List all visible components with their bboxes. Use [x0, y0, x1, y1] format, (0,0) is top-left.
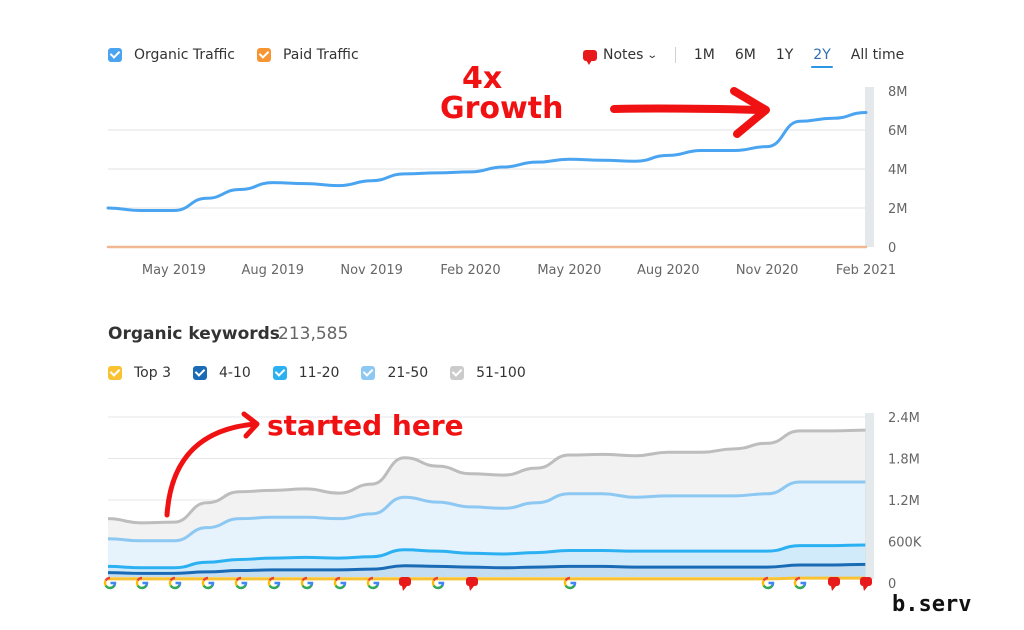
note-marker-icon [860, 577, 872, 591]
note-marker-icon [399, 577, 411, 591]
y-tick-label: 2M [888, 202, 908, 217]
note-bubble [828, 577, 840, 586]
google-arc-blue-bar [110, 581, 117, 587]
google-arc-yellow [431, 579, 435, 587]
x-tick-label: May 2020 [537, 263, 601, 278]
google-arc-blue-bar [438, 581, 445, 587]
growth-arrow-shaft [610, 104, 764, 114]
note-tail [469, 586, 474, 591]
y-tick-label: 1.8M [888, 453, 920, 468]
y-tick-label: 1.2M [888, 494, 920, 509]
google-arc-green [202, 584, 214, 590]
y-tick-label: 0 [888, 241, 896, 256]
note-tail [831, 586, 836, 591]
x-tick-label: Aug 2020 [637, 263, 700, 278]
google-arc-blue-bar [142, 581, 149, 587]
google-arc-blue-bar [241, 581, 248, 587]
x-tick-label: Feb 2021 [836, 263, 896, 278]
google-arc-green [169, 584, 181, 590]
google-arc-green [104, 584, 116, 590]
google-arc-green [136, 584, 148, 590]
note-bubble [466, 577, 478, 586]
series-line-organic-traffic [106, 110, 868, 213]
y-tick-label: 4M [888, 163, 908, 178]
google-arc-yellow [201, 579, 205, 587]
google-arc-blue-bar [175, 581, 182, 587]
x-tick-label: Nov 2020 [736, 263, 799, 278]
started-annotation: started here [267, 409, 464, 442]
google-arc-yellow [234, 579, 238, 587]
google-arc-blue-bar [307, 581, 314, 587]
google-arc-blue-bar [570, 581, 577, 587]
google-arc-blue-bar [340, 581, 347, 587]
google-arc-blue-bar [800, 581, 807, 587]
keywords-chart: 0 600K 1.2M 1.8M 2.4M [103, 411, 922, 592]
chart-scroll-band [865, 413, 874, 579]
google-arc-yellow [563, 579, 567, 587]
x-tick-label: Aug 2019 [241, 263, 304, 278]
series-line-Top 3 [107, 576, 866, 581]
google-arc-yellow [168, 579, 172, 587]
google-arc-yellow [135, 579, 139, 587]
x-tick-label: May 2019 [142, 263, 206, 278]
note-marker-icon [828, 577, 840, 591]
google-arc-yellow [761, 579, 765, 587]
note-bubble [860, 577, 872, 586]
note-marker-icon [466, 577, 478, 591]
y-tick-label: 0 [888, 577, 896, 592]
google-arc-green [762, 584, 774, 590]
signature: b.serv [892, 592, 971, 617]
google-arc-blue-bar [274, 581, 281, 587]
google-arc-green [334, 584, 346, 590]
charts-canvas: 0 2M 4M 6M 8M May 2019 Aug 2019 Nov 2019 Feb 202… [103, 61, 971, 617]
google-arc-green [235, 584, 247, 590]
google-arc-green [301, 584, 313, 590]
x-tick-label: Nov 2019 [340, 263, 403, 278]
google-arc-green [794, 584, 806, 590]
google-arc-yellow [793, 579, 797, 587]
google-arc-yellow [103, 579, 107, 587]
note-bubble [399, 577, 411, 586]
x-tick-label: Feb 2020 [440, 263, 500, 278]
note-tail [863, 586, 868, 591]
y-tick-label: 8M [888, 85, 908, 100]
growth-annotation-line2: Growth [440, 91, 563, 126]
google-arc-yellow [267, 579, 271, 587]
y-tick-label: 600K [888, 536, 922, 551]
y-tick-label: 6M [888, 124, 908, 139]
google-arc-green [268, 584, 280, 590]
google-arc-yellow [333, 579, 337, 587]
google-arc-yellow [366, 579, 370, 587]
google-arc-blue-bar [768, 581, 775, 587]
google-arc-blue-bar [208, 581, 215, 587]
note-tail [402, 586, 407, 591]
google-arc-green [432, 584, 444, 590]
google-arc-blue-bar [373, 581, 380, 587]
y-tick-label: 2.4M [888, 411, 920, 426]
google-arc-green [367, 584, 379, 590]
google-arc-yellow [300, 579, 304, 587]
google-arc-green [564, 584, 576, 590]
